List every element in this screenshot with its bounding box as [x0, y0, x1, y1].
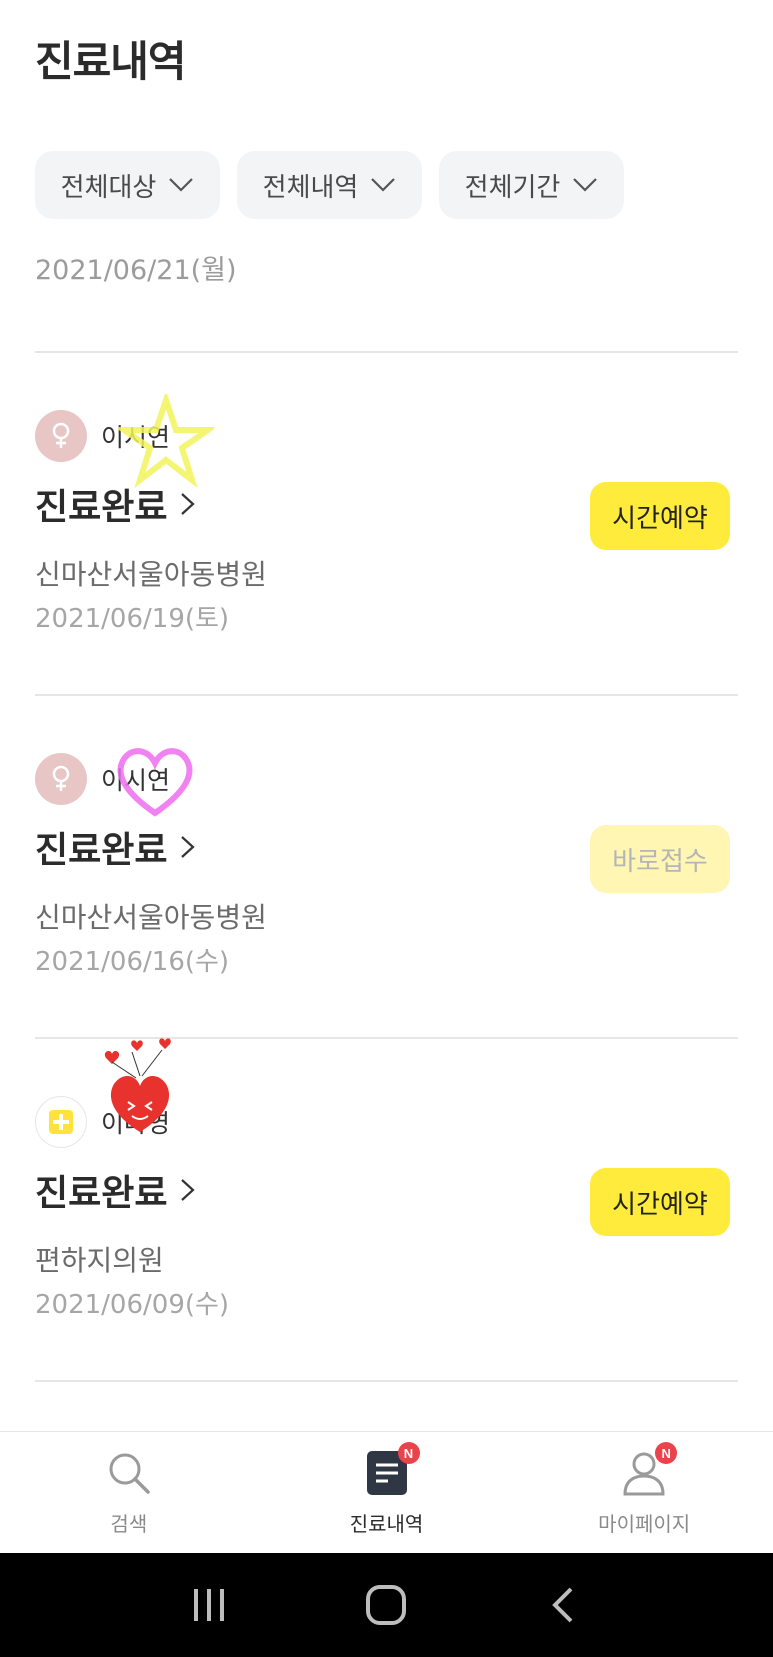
chevron-right-icon — [181, 493, 196, 515]
status-link[interactable]: 진료완료 — [35, 1164, 197, 1216]
hospital-name: 신마산서울아동병원 — [35, 558, 267, 591]
home-icon[interactable] — [356, 1575, 416, 1635]
smiling-heart-sticker — [104, 1038, 171, 1132]
person-icon: N — [619, 1442, 678, 1498]
search-icon — [104, 1448, 154, 1498]
new-badge: N — [397, 1442, 420, 1464]
chevron-right-icon — [181, 1179, 196, 1201]
chevron-down-icon — [573, 178, 598, 192]
back-icon[interactable] — [534, 1575, 594, 1635]
record-date: 2021/06/09(수) — [35, 1290, 230, 1320]
nav-search-label: 검색 — [110, 1512, 148, 1536]
nav-history[interactable]: N 진료내역 — [258, 1432, 516, 1553]
system-nav-bar — [0, 1553, 773, 1657]
filter-period-dropdown[interactable]: 전체기간 — [439, 151, 624, 219]
heart-sticker — [117, 748, 193, 817]
reserve-time-button[interactable]: 시간예약 — [590, 1168, 730, 1236]
recent-apps-icon[interactable] — [179, 1575, 239, 1635]
status-label: 진료완료 — [35, 830, 168, 871]
divider — [35, 351, 738, 353]
new-badge: N — [655, 1442, 678, 1464]
star-sticker — [118, 394, 214, 489]
divider — [35, 694, 738, 696]
filter-target-dropdown[interactable]: 전체대상 — [35, 151, 220, 219]
filter-period-label: 전체기간 — [464, 172, 561, 203]
bottom-nav: 검색 N 진료내역 N 마이페이지 — [0, 1431, 773, 1553]
nav-mypage-label: 마이페이지 — [598, 1512, 691, 1536]
document-icon: N — [362, 1442, 420, 1498]
record-date: 2021/06/21(월) — [35, 255, 237, 286]
status-label: 진료완료 — [35, 1173, 168, 1214]
nav-mypage[interactable]: N 마이페이지 — [515, 1432, 773, 1553]
record-date: 2021/06/16(수) — [35, 947, 230, 977]
hospital-name: 신마산서울아동병원 — [35, 901, 267, 934]
record-date: 2021/06/19(토) — [35, 604, 230, 634]
status-link[interactable]: 진료완료 — [35, 821, 197, 873]
nav-history-label: 진료내역 — [349, 1512, 424, 1536]
reserve-time-button[interactable]: 시간예약 — [590, 482, 730, 550]
record-item: 이시연 진료완료 신마산서울아동병원 2021/06/19(토) 시간예약 — [0, 394, 773, 750]
immediate-register-button[interactable]: 바로접수 — [590, 825, 730, 893]
hospital-name: 편하지의원 — [35, 1244, 164, 1277]
female-icon — [35, 753, 87, 805]
filter-target-label: 전체대상 — [60, 172, 157, 203]
divider — [35, 1380, 738, 1382]
record-item: 이나영 진료완료 편하지의원 2021/06/09(수) 시간예약 — [0, 1038, 773, 1436]
page-title: 진료내역 — [35, 37, 187, 86]
hospital-cross-icon — [35, 1096, 87, 1148]
female-icon — [35, 410, 87, 462]
chevron-down-icon — [371, 178, 396, 192]
filter-bar: 전체대상 전체내역 전체기간 — [35, 151, 624, 219]
chevron-right-icon — [181, 836, 196, 858]
filter-history-dropdown[interactable]: 전체내역 — [237, 151, 422, 219]
nav-search[interactable]: 검색 — [0, 1432, 258, 1553]
chevron-down-icon — [169, 178, 194, 192]
filter-history-label: 전체내역 — [262, 172, 359, 203]
